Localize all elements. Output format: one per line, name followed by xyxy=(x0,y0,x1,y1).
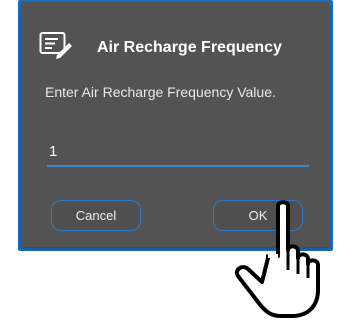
cancel-button[interactable]: Cancel xyxy=(51,200,141,231)
frequency-value-input[interactable] xyxy=(47,138,309,167)
hand-pointer-icon xyxy=(235,200,320,318)
dialog-title: Air Recharge Frequency xyxy=(97,39,282,56)
edit-list-icon xyxy=(39,32,72,59)
dialog-message: Enter Air Recharge Frequency Value. xyxy=(45,84,276,100)
